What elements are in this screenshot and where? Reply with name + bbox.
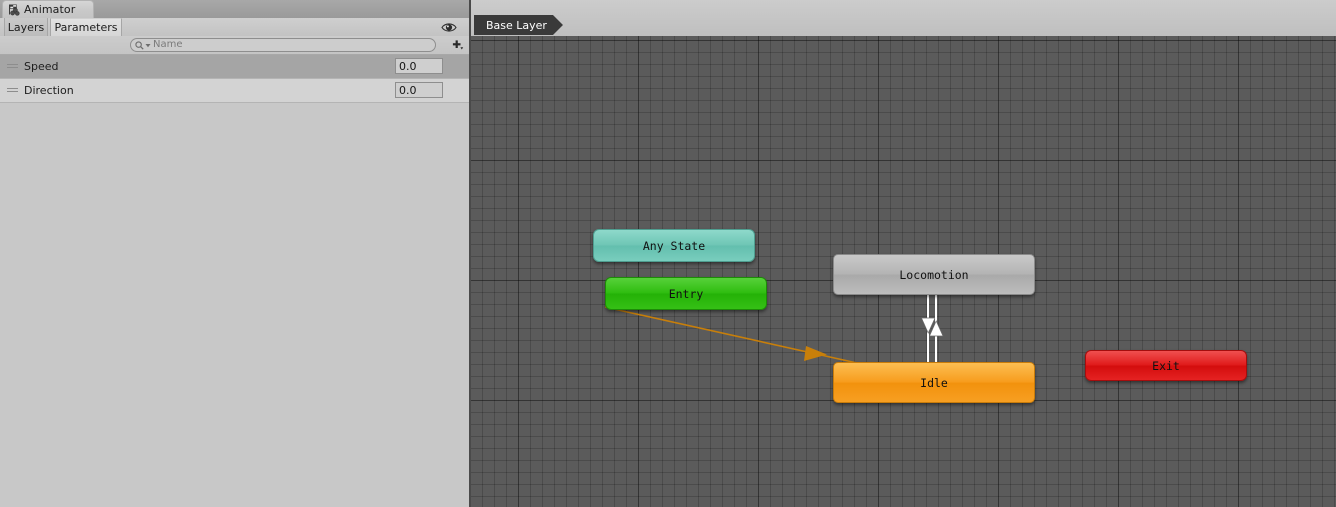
animator-graph-panel: Base Layer Any State Entry Locomotion Id… [471,0,1336,507]
state-node-idle[interactable]: Idle [833,362,1035,403]
tab-animator-label: Animator [24,3,76,16]
state-node-entry[interactable]: Entry [605,277,767,310]
search-input[interactable]: Name [130,38,436,52]
drag-handle-icon[interactable] [7,64,18,69]
transition-idle-to-locomotion [928,293,944,362]
parameter-name: Direction [24,84,74,97]
window-tab-bar: Animator [0,0,471,19]
state-node-locomotion[interactable]: Locomotion [833,254,1035,295]
parameter-value-field[interactable]: 0.0 [395,58,443,74]
animator-subtab-bar: Layers Parameters [0,18,471,37]
state-node-label: Locomotion [899,267,969,282]
parameter-list: Speed 0.0 Direction 0.0 [0,55,471,507]
breadcrumb[interactable]: Base Layer [474,15,563,35]
parameter-list-empty-area [0,156,471,507]
state-node-label: Idle [920,375,948,390]
chevron-down-icon [145,43,151,47]
plus-icon [452,40,463,50]
breadcrumb-bar: Base Layer [471,0,1336,36]
state-node-label: Exit [1152,358,1180,373]
animator-icon [7,3,20,16]
animator-window: Animator Layers Parameters Name Speed 0.… [0,0,1336,507]
tab-layers[interactable]: Layers [4,18,48,36]
tab-layers-label: Layers [7,20,45,34]
tab-parameters-label: Parameters [54,21,118,34]
add-parameter-button[interactable] [448,38,466,52]
transition-entry-to-idle [604,306,867,366]
parameter-search-row: Name [0,36,471,55]
eye-icon[interactable] [439,19,459,35]
parameter-value-field[interactable]: 0.0 [395,82,443,98]
animator-left-panel: Animator Layers Parameters Name Speed 0.… [0,0,471,507]
tab-parameters[interactable]: Parameters [50,18,122,36]
parameter-name: Speed [24,60,59,73]
breadcrumb-label: Base Layer [486,18,547,32]
table-row[interactable]: Speed 0.0 [0,55,471,79]
state-node-any-state[interactable]: Any State [593,229,755,262]
drag-handle-icon[interactable] [7,88,18,93]
state-node-exit[interactable]: Exit [1085,350,1247,381]
state-machine-canvas[interactable]: Any State Entry Locomotion Idle Exit [471,36,1336,507]
state-node-label: Entry [668,286,704,301]
transition-locomotion-to-idle [920,293,936,362]
search-icon [135,40,144,50]
tab-animator[interactable]: Animator [2,0,94,18]
table-row[interactable]: Direction 0.0 [0,79,471,103]
state-node-label: Any State [642,238,706,253]
search-placeholder: Name [153,39,183,50]
